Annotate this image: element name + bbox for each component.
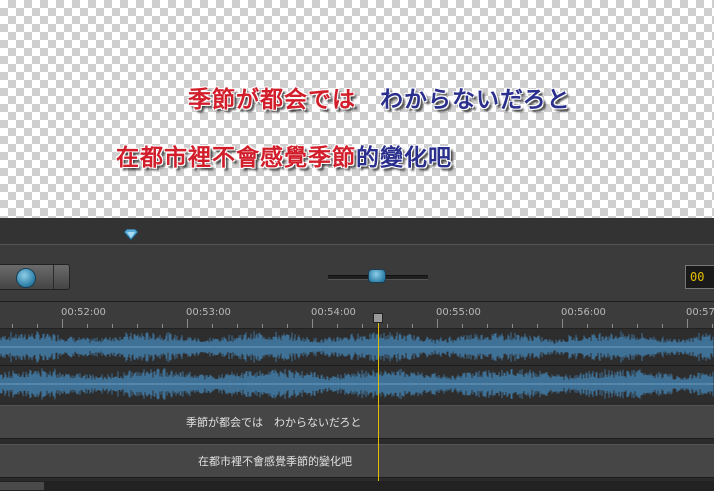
ruler-minor-tick [162, 324, 163, 328]
lyric-clip-label-1: 季節が都会では わからないだろと [186, 416, 362, 429]
zoom-slider-thumb[interactable] [368, 269, 386, 283]
ruler-time-label: 00:57 [686, 307, 714, 318]
ruler-minor-tick [487, 324, 488, 328]
lyric-track-2[interactable]: 在都市裡不會感覺季節的變化吧 [0, 444, 714, 478]
audio-waveform-track-1[interactable] [0, 329, 714, 366]
ruler-minor-tick [587, 324, 588, 328]
ruler-minor-tick [137, 324, 138, 328]
timecode-field[interactable]: 00 [685, 265, 714, 289]
ruler-major-tick [437, 319, 438, 328]
ruler-time-label: 00:52:00 [61, 307, 106, 318]
lyric-clip-label-2: 在都市裡不會感覺季節的變化吧 [198, 455, 352, 468]
ruler-minor-tick [637, 324, 638, 328]
audio-waveform-track-2[interactable] [0, 366, 714, 403]
ruler-major-tick [187, 319, 188, 328]
ruler-minor-tick [362, 324, 363, 328]
ruler-major-tick [562, 319, 563, 328]
playhead-line[interactable] [378, 323, 379, 491]
transport-divider [53, 265, 54, 289]
ruler-minor-tick [12, 324, 13, 328]
ruler-minor-tick [212, 324, 213, 328]
ruler-major-tick [62, 319, 63, 328]
waveform-1 [0, 331, 714, 363]
ruler-time-label: 00:54:00 [311, 307, 356, 318]
ruler-minor-tick [287, 324, 288, 328]
time-ruler[interactable]: 00:52:00 00:53:00 00:54:00 00:55:00 00:56:00… [0, 302, 714, 329]
ruler-minor-tick [662, 324, 663, 328]
ruler-major-tick [687, 319, 688, 328]
ruler-minor-tick [412, 324, 413, 328]
preview-lyric-line-2: 在都市裡不會感覺季節的變化吧 [116, 138, 452, 172]
ruler-minor-tick [37, 324, 38, 328]
ruler-minor-tick [462, 324, 463, 328]
preview-lyric-line-1: 季節が都会では わからないだろと [188, 80, 571, 114]
ruler-minor-tick [612, 324, 613, 328]
ruler-minor-tick [712, 324, 713, 328]
ruler-minor-tick [512, 324, 513, 328]
lyric-1-sung-part: 季節が都会では [188, 86, 356, 113]
playhead-handle[interactable] [373, 313, 383, 323]
preview-canvas: 季節が都会では わからないだろと 在都市裡不會感覺季節的變化吧 [0, 0, 714, 218]
ruler-minor-tick [87, 324, 88, 328]
play-control[interactable] [0, 264, 70, 290]
play-knob-icon[interactable] [16, 268, 36, 288]
ruler-minor-tick [387, 324, 388, 328]
scrollbar-thumb[interactable] [0, 482, 44, 490]
waveform-2 [0, 368, 714, 400]
ruler-minor-tick [237, 324, 238, 328]
ruler-time-label: 00:53:00 [186, 307, 231, 318]
ruler-minor-tick [262, 324, 263, 328]
ruler-minor-tick [112, 324, 113, 328]
ruler-minor-tick [537, 324, 538, 328]
marker-strip [0, 218, 714, 245]
lyric-track-1[interactable]: 季節が都会では わからないだろと [0, 405, 714, 439]
lyric-1-unsung-part: わからないだろと [356, 86, 571, 113]
diamond-marker-icon[interactable] [124, 229, 138, 241]
ruler-minor-tick [337, 324, 338, 328]
lyric-2-unsung-part: 的變化吧 [356, 144, 452, 171]
ruler-time-label: 00:56:00 [561, 307, 606, 318]
timeline-toolbar: 00 [0, 245, 714, 302]
horizontal-scrollbar[interactable] [0, 481, 714, 491]
ruler-major-tick [312, 319, 313, 328]
lyric-2-sung-part: 在都市裡不會感覺季節 [116, 144, 356, 171]
ruler-time-label: 00:55:00 [436, 307, 481, 318]
